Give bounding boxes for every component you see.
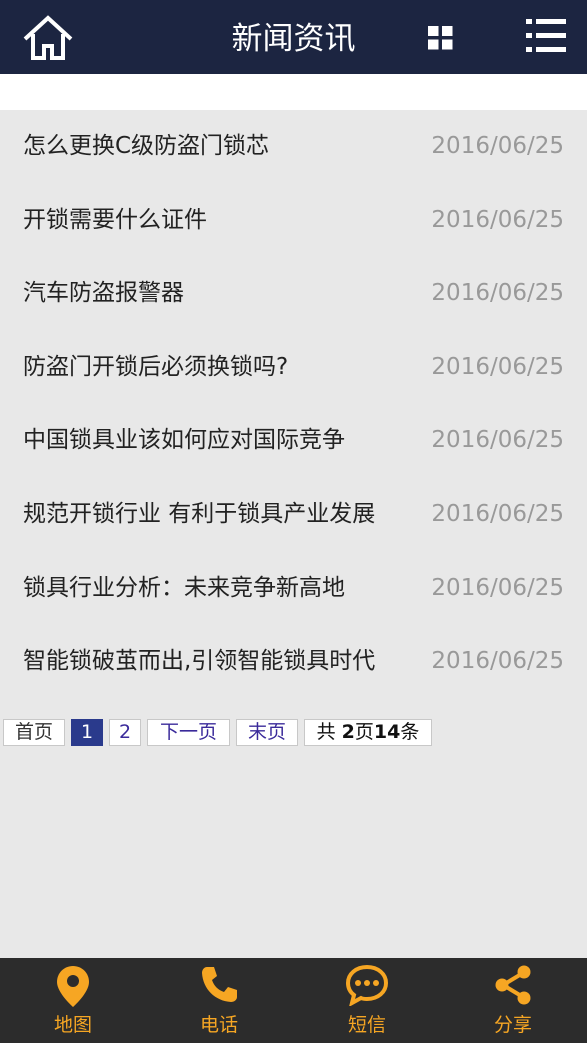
nav-phone-label: 电话 (199, 1014, 238, 1036)
news-title[interactable]: 汽车防盗报警器 (23, 275, 403, 311)
news-title[interactable]: 中国锁具业该如何应对国际竞争 (23, 422, 403, 458)
header-spacer (0, 74, 587, 110)
news-title[interactable]: 智能锁破茧而出,引领智能锁具时代 (23, 643, 403, 679)
menu-icon (526, 19, 566, 52)
news-item[interactable]: 怎么更换C级防盗门锁芯 2016/06/25 (0, 110, 587, 184)
home-icon (23, 15, 73, 60)
page-2-link[interactable]: 2 (109, 719, 141, 746)
news-date: 2016/06/25 (431, 353, 564, 380)
news-item[interactable]: 汽车防盗报警器 2016/06/25 (0, 257, 587, 331)
nav-phone-button[interactable]: 电话 (146, 958, 292, 1043)
news-date: 2016/06/25 (431, 574, 564, 601)
phone-icon (202, 967, 237, 1002)
news-item[interactable]: 开锁需要什么证件 2016/06/25 (0, 184, 587, 258)
news-title[interactable]: 怎么更换C级防盗门锁芯 (23, 128, 403, 164)
header-bar: 新闻资讯 (0, 0, 587, 74)
share-icon (495, 965, 531, 1005)
news-item[interactable]: 中国锁具业该如何应对国际竞争 2016/06/25 (0, 404, 587, 478)
news-date: 2016/06/25 (431, 648, 564, 675)
news-date: 2016/06/25 (431, 500, 564, 527)
home-button[interactable] (22, 15, 74, 61)
news-item[interactable]: 智能锁破茧而出,引领智能锁具时代 2016/06/25 (0, 625, 587, 699)
news-date: 2016/06/25 (431, 427, 564, 454)
news-date: 2016/06/25 (431, 133, 564, 159)
page-1-current[interactable]: 1 (71, 719, 103, 746)
news-title[interactable]: 开锁需要什么证件 (23, 202, 403, 238)
news-item[interactable]: 锁具行业分析：未来竞争新高地 2016/06/25 (0, 552, 587, 626)
grid-icon (428, 26, 453, 50)
first-page-link[interactable]: 首页 (3, 719, 65, 746)
news-item[interactable]: 防盗门开锁后必须换锁吗? 2016/06/25 (0, 331, 587, 405)
menu-button[interactable] (526, 17, 566, 55)
map-pin-icon (57, 966, 89, 1007)
news-item[interactable]: 规范开锁行业 有利于锁具产业发展 2016/06/25 (0, 478, 587, 552)
page: 新闻资讯 怎么更换C级防盗门锁芯 2016/06/25 开锁需要什么证件 201… (0, 0, 587, 1043)
bottom-nav: 地图 电话 短信 分享 (0, 958, 587, 1043)
nav-share-label: 分享 (493, 1014, 532, 1036)
last-page-link[interactable]: 末页 (236, 719, 298, 746)
news-title[interactable]: 防盗门开锁后必须换锁吗? (23, 349, 403, 385)
pagination-info: 共 2页14条 (304, 719, 432, 746)
news-list: 怎么更换C级防盗门锁芯 2016/06/25 开锁需要什么证件 2016/06/… (0, 110, 587, 699)
chat-bubble-icon (345, 964, 389, 1006)
news-title[interactable]: 规范开锁行业 有利于锁具产业发展 (23, 496, 403, 532)
nav-sms-label: 短信 (347, 1014, 386, 1036)
nav-share-button[interactable]: 分享 (440, 958, 586, 1043)
nav-sms-button[interactable]: 短信 (294, 958, 440, 1043)
nav-map-label: 地图 (53, 1014, 92, 1036)
page-title: 新闻资讯 (231, 21, 356, 57)
next-page-link[interactable]: 下一页 (147, 719, 230, 746)
news-date: 2016/06/25 (431, 280, 564, 307)
news-title[interactable]: 锁具行业分析：未来竞争新高地 (23, 570, 403, 606)
news-date: 2016/06/25 (431, 206, 564, 233)
nav-map-button[interactable]: 地图 (0, 958, 146, 1043)
grid-button[interactable] (428, 26, 453, 50)
